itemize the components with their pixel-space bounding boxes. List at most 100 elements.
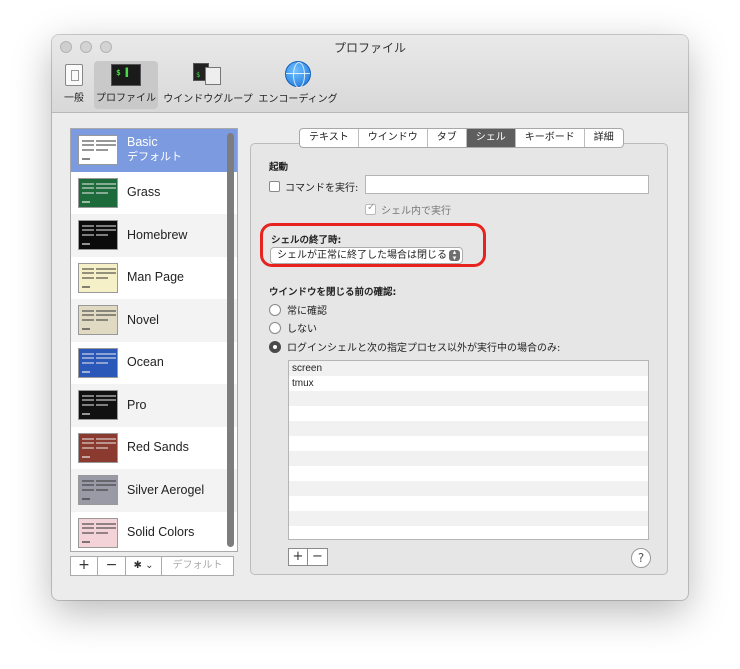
run-in-shell-label: シェル内で実行 xyxy=(381,206,451,217)
tab-tab[interactable]: タブ xyxy=(428,129,467,147)
tab-text[interactable]: テキスト xyxy=(300,129,359,147)
confirm-never-option[interactable]: しない xyxy=(269,320,317,335)
shell-exit-selected: シェルが正常に終了した場合は閉じる xyxy=(277,250,447,261)
process-row[interactable] xyxy=(289,481,648,496)
profile-thumbnail xyxy=(78,177,118,208)
run-command-checkbox[interactable] xyxy=(269,181,280,192)
close-confirm-heading: ウインドウを閉じる前の確認: xyxy=(269,287,397,298)
globe-icon xyxy=(285,61,311,88)
run-command-input[interactable] xyxy=(365,175,649,194)
profile-default-label: デフォルト xyxy=(127,151,182,164)
process-row[interactable] xyxy=(289,511,648,526)
confirm-conditional-option[interactable]: ログインシェルと次の指定プロセス以外が実行中の場合のみ: xyxy=(269,339,560,354)
profile-item[interactable]: Red Sands xyxy=(71,427,237,470)
confirm-conditional-label: ログインシェルと次の指定プロセス以外が実行中の場合のみ: xyxy=(287,343,561,354)
profile-item[interactable]: Homebrew xyxy=(71,214,237,257)
run-in-shell-row: シェル内で実行 xyxy=(365,202,451,217)
process-row[interactable] xyxy=(289,496,648,511)
profile-thumbnail xyxy=(78,475,118,506)
run-in-shell-checkbox xyxy=(365,202,376,215)
process-row[interactable] xyxy=(289,436,648,451)
profile-item[interactable]: Silver Aerogel xyxy=(71,469,237,512)
profiles-icon-prompt: $ ▌ xyxy=(116,68,131,77)
profile-name: Solid Colors xyxy=(127,525,195,540)
profile-list-scrollbar[interactable] xyxy=(227,133,234,547)
profile-name: Pro xyxy=(127,397,147,412)
help-button[interactable]: ? xyxy=(631,548,651,568)
preferences-window: プロファイル 一般 $ ▌ プロファイル ウインドウグループ エンコーディング … xyxy=(52,35,688,600)
process-list-buttons: + − xyxy=(288,548,328,566)
process-row[interactable] xyxy=(289,391,648,406)
toolbar-profiles-label: プロファイル xyxy=(96,93,156,104)
add-profile-button[interactable]: + xyxy=(70,556,98,576)
add-process-button[interactable]: + xyxy=(288,548,308,566)
profile-name: Silver Aerogel xyxy=(127,482,205,497)
profiles-icon: $ ▌ xyxy=(111,64,141,86)
confirm-always-label: 常に確認 xyxy=(287,306,327,317)
set-default-button[interactable]: デフォルト xyxy=(162,556,234,576)
toolbar-encodings-label: エンコーディング xyxy=(258,94,338,105)
profile-name: Basic xyxy=(127,135,158,150)
profile-thumbnail xyxy=(78,262,118,293)
profile-thumbnail xyxy=(78,347,118,378)
profile-name: Grass xyxy=(127,185,161,200)
shell-exit-popup[interactable]: シェルが正常に終了した場合は閉じる ▴ ▾ xyxy=(270,247,463,264)
profile-name: Homebrew xyxy=(127,227,188,242)
toolbar-encodings[interactable]: エンコーディング xyxy=(258,61,338,109)
profile-thumbnail xyxy=(78,432,118,463)
profile-name: Ocean xyxy=(127,355,164,370)
title-bar: プロファイル 一般 $ ▌ プロファイル ウインドウグループ エンコーディング xyxy=(52,35,688,113)
process-row[interactable] xyxy=(289,466,648,481)
profile-thumbnail xyxy=(78,517,118,548)
profile-list-buttons: + − ✱ ⌄ デフォルト xyxy=(70,556,234,576)
profile-item[interactable]: Pro xyxy=(71,384,237,427)
process-row[interactable] xyxy=(289,421,648,436)
profile-thumbnail xyxy=(78,390,118,421)
startup-heading: 起動 xyxy=(269,162,289,173)
profile-item[interactable]: Novel xyxy=(71,299,237,342)
profile-item[interactable]: Ocean xyxy=(71,342,237,385)
run-command-row[interactable]: コマンドを実行: xyxy=(269,179,358,194)
popup-arrows-icon: ▴ ▾ xyxy=(449,249,460,261)
toolbar-general-label: 一般 xyxy=(64,93,84,104)
process-row[interactable] xyxy=(289,406,648,421)
window-groups-icon xyxy=(193,63,223,87)
profile-item[interactable]: Man Page xyxy=(71,257,237,300)
toolbar-general[interactable]: 一般 xyxy=(60,61,88,109)
tab-shell[interactable]: シェル xyxy=(466,129,516,147)
profile-item[interactable]: Basic デフォルト xyxy=(71,129,237,172)
profile-list[interactable]: Basic デフォルト Grass Homebrew Man Page Novel Ocea… xyxy=(70,128,238,552)
toolbar-profiles[interactable]: $ ▌ プロファイル xyxy=(94,61,158,109)
tab-advanced[interactable]: 詳細 xyxy=(585,129,623,147)
run-command-label: コマンドを実行: xyxy=(285,183,359,194)
profile-name: Novel xyxy=(127,312,159,327)
process-row[interactable]: screen xyxy=(289,361,648,376)
process-row[interactable]: tmux xyxy=(289,376,648,391)
tab-window[interactable]: ウインドウ xyxy=(359,129,428,147)
settings-tabs: テキスト ウインドウ タブ シェル キーボード 詳細 xyxy=(299,128,624,148)
profile-item[interactable]: Grass xyxy=(71,172,237,215)
profile-name: Red Sands xyxy=(127,440,189,455)
window-title: プロファイル xyxy=(333,41,406,55)
profile-thumbnail xyxy=(78,135,118,166)
confirm-always-radio[interactable] xyxy=(269,303,281,316)
shell-exit-heading: シェルの終了時: xyxy=(271,235,342,246)
profile-thumbnail xyxy=(78,305,118,336)
remove-process-button[interactable]: − xyxy=(308,548,328,566)
toolbar-window-groups-label: ウインドウグループ xyxy=(163,94,253,105)
profile-item[interactable]: Solid Colors xyxy=(71,512,237,552)
toolbar-window-groups[interactable]: ウインドウグループ xyxy=(162,61,254,109)
process-row[interactable] xyxy=(289,526,648,539)
confirm-conditional-radio[interactable] xyxy=(269,340,281,353)
profile-name: Man Page xyxy=(127,270,184,285)
tab-keyboard[interactable]: キーボード xyxy=(516,129,585,147)
gear-menu-button[interactable]: ✱ ⌄ xyxy=(126,556,162,576)
remove-profile-button[interactable]: − xyxy=(98,556,126,576)
process-list[interactable]: screen tmux xyxy=(288,360,649,540)
confirm-never-radio[interactable] xyxy=(269,321,281,334)
general-icon xyxy=(65,64,83,86)
confirm-never-label: しない xyxy=(287,324,317,335)
profile-thumbnail xyxy=(78,220,118,251)
process-row[interactable] xyxy=(289,451,648,466)
confirm-always-option[interactable]: 常に確認 xyxy=(269,302,327,317)
